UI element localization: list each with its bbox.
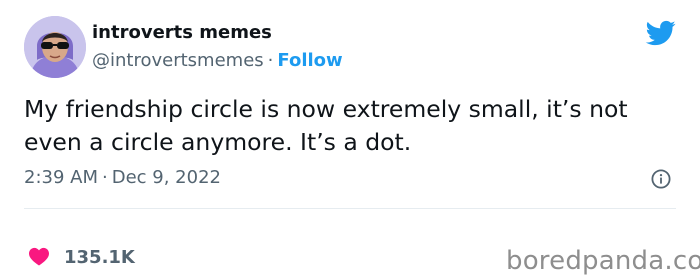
tweet-card: introverts memes @introvertsmemes · Follow… (0, 0, 700, 276)
follow-button[interactable]: Follow (277, 50, 342, 71)
tweet-time: 2:39 AM (24, 167, 98, 188)
info-icon[interactable] (651, 169, 671, 189)
tweet-date: Dec 9, 2022 (111, 167, 221, 188)
heart-icon[interactable] (28, 246, 50, 266)
tweet-text-line-2: even a circle anymore. It’s a dot. (24, 128, 412, 156)
handle-row: @introvertsmemes · Follow (92, 50, 343, 71)
divider (24, 208, 676, 209)
meta-separator: · (102, 167, 108, 188)
handle[interactable]: @introvertsmemes (92, 50, 264, 71)
twitter-bird-icon[interactable] (644, 18, 678, 48)
tweet-text: My friendship circle is now extremely sm… (24, 93, 674, 159)
handle-separator: · (267, 50, 274, 71)
tweet-text-line-1: My friendship circle is now extremely sm… (24, 95, 628, 123)
tweet-timestamp[interactable]: 2:39 AM · Dec 9, 2022 (24, 167, 221, 188)
like-count[interactable]: 135.1K (64, 247, 135, 268)
avatar[interactable] (24, 16, 86, 78)
watermark: boredpanda.com (506, 246, 700, 276)
display-name[interactable]: introverts memes (92, 22, 272, 43)
avatar-image (24, 16, 86, 78)
